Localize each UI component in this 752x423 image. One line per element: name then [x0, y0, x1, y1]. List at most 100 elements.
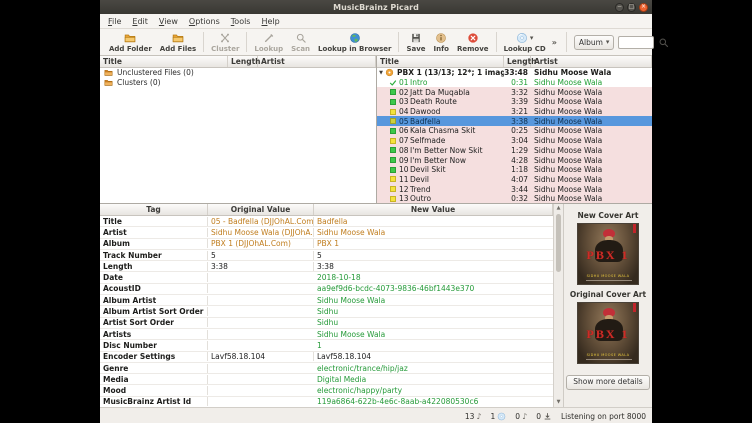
metadata-row-media[interactable]: MediaDigital Media [100, 374, 553, 385]
maximize-button[interactable]: □ [627, 3, 636, 12]
column-header-length[interactable]: Length [504, 56, 531, 67]
track-title: Death Route [410, 97, 457, 106]
search-type-dropdown[interactable]: Album ▾ [574, 35, 615, 50]
menu-view[interactable]: View [159, 17, 178, 26]
search-input[interactable] [618, 36, 654, 49]
browser-icon [349, 32, 361, 44]
menu-file[interactable]: File [108, 17, 121, 26]
cover-title-text: PBX 1 [578, 248, 638, 263]
search-icon[interactable] [658, 37, 669, 48]
new-cover-art-image[interactable]: PBX 1 SIDHU MOOSE WALA [577, 223, 639, 285]
add-folder-button[interactable]: Add Folder [105, 32, 156, 53]
track-title: I'm Better Now Skit [410, 146, 483, 155]
track-row-04[interactable]: 04Dawood3:21Sidhu Moose Wala [377, 107, 652, 117]
cd-icon [497, 412, 506, 421]
metadata-column-original-value[interactable]: Original Value [208, 204, 314, 215]
match-quality-icon [389, 156, 397, 164]
column-header-artist[interactable]: Artist [258, 56, 376, 67]
track-row-10[interactable]: 10Devil Skit1:18Sidhu Moose Wala [377, 165, 652, 175]
track-row-03[interactable]: 03Death Route3:39Sidhu Moose Wala [377, 97, 652, 107]
minimize-button[interactable]: − [615, 3, 624, 12]
metadata-row-musicbrainz-artist-id[interactable]: MusicBrainz Artist Id119a6864-622b-4e6c-… [100, 397, 553, 407]
metadata-row-acoustid[interactable]: AcoustIDaa9ef9d6-bcdc-4073-9836-46bf1443… [100, 284, 553, 295]
metadata-row-disc-number[interactable]: Disc Number1 [100, 340, 553, 351]
track-number: 06 [399, 126, 410, 135]
chevron-down-icon[interactable]: ▾ [530, 35, 534, 42]
track-length: 0:31 [504, 78, 531, 87]
add-files-button[interactable]: Add Files [156, 32, 200, 53]
column-header-length[interactable]: Length [228, 56, 258, 67]
chevron-down-icon: ▾ [606, 39, 610, 46]
track-row-12[interactable]: 12Trend3:44Sidhu Moose Wala [377, 184, 652, 194]
album-row[interactable]: ▼PBX 1 (13/13; 12*; 1 image)33:48Sidhu M… [377, 68, 652, 78]
tag-name: Album Artist Sort Order [100, 307, 208, 316]
track-row-05[interactable]: 05Badfella3:38Sidhu Moose Wala [377, 116, 652, 126]
menu-tools[interactable]: Tools [231, 17, 251, 26]
tag-name: Title [100, 217, 208, 226]
tag-name: Encoder Settings [100, 352, 208, 361]
track-row-01[interactable]: 01Intro0:31Sidhu Moose Wala [377, 78, 652, 88]
metadata-row-date[interactable]: Date2018-10-18 [100, 272, 553, 283]
album-pane: TitleLengthArtist ▼PBX 1 (13/13; 12*; 1 … [377, 56, 652, 203]
scrollbar-thumb[interactable] [556, 214, 561, 272]
track-length: 3:38 [504, 117, 531, 126]
track-row-08[interactable]: 08I'm Better Now Skit1:29Sidhu Moose Wal… [377, 146, 652, 156]
track-number: 12 [399, 185, 410, 194]
column-header-title[interactable]: Title [377, 56, 504, 67]
track-row-09[interactable]: 09I'm Better Now4:28Sidhu Moose Wala [377, 155, 652, 165]
metadata-row-track-number[interactable]: Track Number55 [100, 250, 553, 261]
track-title: Outro [410, 194, 431, 203]
metadata-row-mood[interactable]: Moodelectronic/happy/party [100, 385, 553, 396]
menu-options[interactable]: Options [189, 17, 220, 26]
column-header-artist[interactable]: Artist [531, 56, 652, 67]
metadata-row-genre[interactable]: Genreelectronic/trance/hip/jaz [100, 363, 553, 374]
new-value: Sidhu Moose Wala [314, 296, 553, 305]
menu-help[interactable]: Help [261, 17, 279, 26]
track-number: 09 [399, 156, 410, 165]
metadata-row-album-artist[interactable]: Album ArtistSidhu Moose Wala [100, 295, 553, 306]
scroll-down-icon[interactable]: ▼ [557, 398, 561, 407]
metadata-row-artist-sort-order[interactable]: Artist Sort OrderSidhu [100, 318, 553, 329]
lookup-in-browser-button[interactable]: Lookup in Browser [314, 32, 395, 53]
match-quality-icon [389, 137, 397, 145]
metadata-row-artists[interactable]: ArtistsSidhu Moose Wala [100, 329, 553, 340]
scroll-up-icon[interactable]: ▲ [557, 204, 561, 213]
metadata-row-title[interactable]: Title05 - Badfella (DJJOhAL.Com)Badfella [100, 216, 553, 227]
cluster-icon [219, 32, 231, 44]
list-item-clusters-0[interactable]: Clusters (0) [100, 78, 376, 88]
track-row-07[interactable]: 07Selfmade3:04Sidhu Moose Wala [377, 136, 652, 146]
metadata-column-tag[interactable]: Tag [100, 204, 208, 215]
expand-triangle-icon[interactable]: ▼ [377, 70, 385, 76]
match-check-icon [389, 79, 397, 87]
track-number: 11 [399, 175, 410, 184]
remove-button[interactable]: Remove [453, 32, 493, 53]
track-title: Kala Chasma Skit [410, 126, 475, 135]
metadata-column-new-value[interactable]: New Value [314, 204, 553, 215]
metadata-row-length[interactable]: Length3:383:38 [100, 261, 553, 272]
track-length: 3:44 [504, 185, 531, 194]
metadata-row-artist[interactable]: ArtistSidhu Moose Wala (DJJOhA...Sidhu M… [100, 227, 553, 238]
show-more-details-button[interactable]: Show more details [566, 375, 649, 390]
column-header-title[interactable]: Title [100, 56, 228, 67]
close-button[interactable]: × [639, 3, 648, 12]
lookup-cd-button[interactable]: ▾Lookup CD [500, 32, 550, 53]
metadata-row-album[interactable]: AlbumPBX 1 (DJJOhAL.Com)PBX 1 [100, 239, 553, 250]
track-row-06[interactable]: 06Kala Chasma Skit0:25Sidhu Moose Wala [377, 126, 652, 136]
unmatched-files-pane: TitleLengthArtist Unclustered Files (0)C… [100, 56, 377, 203]
track-artist: Sidhu Moose Wala [531, 88, 652, 97]
list-item-unclustered-files-0[interactable]: Unclustered Files (0) [100, 68, 376, 78]
metadata-row-album-artist-sort-order[interactable]: Album Artist Sort OrderSidhu [100, 306, 553, 317]
info-button[interactable]: Info [430, 32, 453, 53]
track-row-13[interactable]: 13Outro0:32Sidhu Moose Wala [377, 194, 652, 203]
menu-edit[interactable]: Edit [132, 17, 148, 26]
original-cover-art-image[interactable]: PBX 1 SIDHU MOOSE WALA [577, 302, 639, 364]
track-row-11[interactable]: 11Devil4:07Sidhu Moose Wala [377, 175, 652, 185]
track-number: 07 [399, 136, 410, 145]
track-artist: Sidhu Moose Wala [531, 78, 652, 87]
toolbar-overflow-button[interactable]: » [550, 38, 559, 47]
save-button[interactable]: Save [402, 32, 429, 53]
track-row-02[interactable]: 02Jatt Da Muqabla3:32Sidhu Moose Wala [377, 87, 652, 97]
metadata-row-encoder-settings[interactable]: Encoder SettingsLavf58.18.104Lavf58.18.1… [100, 352, 553, 363]
new-value: Badfella [314, 217, 553, 226]
metadata-scrollbar[interactable]: ▲ ▼ [553, 204, 563, 407]
